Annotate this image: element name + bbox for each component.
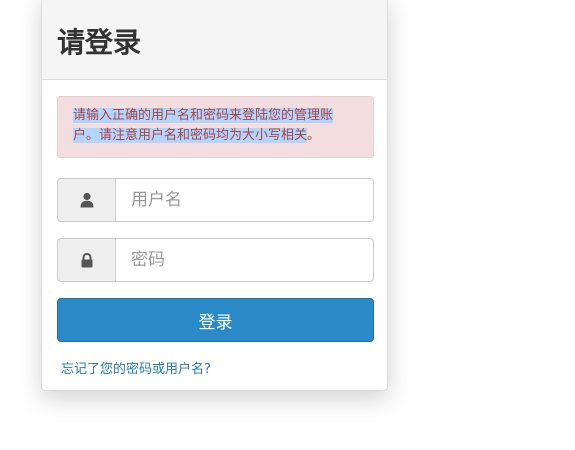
panel-header: 请登录 bbox=[42, 0, 387, 80]
user-icon bbox=[80, 192, 93, 208]
lock-icon bbox=[81, 252, 92, 267]
alert-message-end: 。 bbox=[307, 128, 321, 143]
page-title: 请登录 bbox=[57, 26, 142, 59]
login-panel: 请登录 请输入正确的用户名和密码来登陆您的管理账户。请注意用户名和密码均为大小写… bbox=[41, 0, 388, 391]
password-addon bbox=[57, 238, 115, 282]
username-addon bbox=[57, 178, 115, 222]
username-group bbox=[57, 178, 374, 222]
username-input[interactable] bbox=[115, 178, 374, 222]
login-button[interactable]: 登录 bbox=[57, 298, 374, 342]
error-alert: 请输入正确的用户名和密码来登陆您的管理账户。请注意用户名和密码均为大小写相关。 bbox=[57, 96, 374, 158]
password-group bbox=[57, 238, 374, 282]
alert-message: 请输入正确的用户名和密码来登陆您的管理账户。请注意用户名和密码均为大小写相关 bbox=[73, 108, 334, 143]
password-input[interactable] bbox=[115, 238, 374, 282]
forgot-password-link[interactable]: 忘记了您的密码或用户名? bbox=[61, 358, 211, 377]
